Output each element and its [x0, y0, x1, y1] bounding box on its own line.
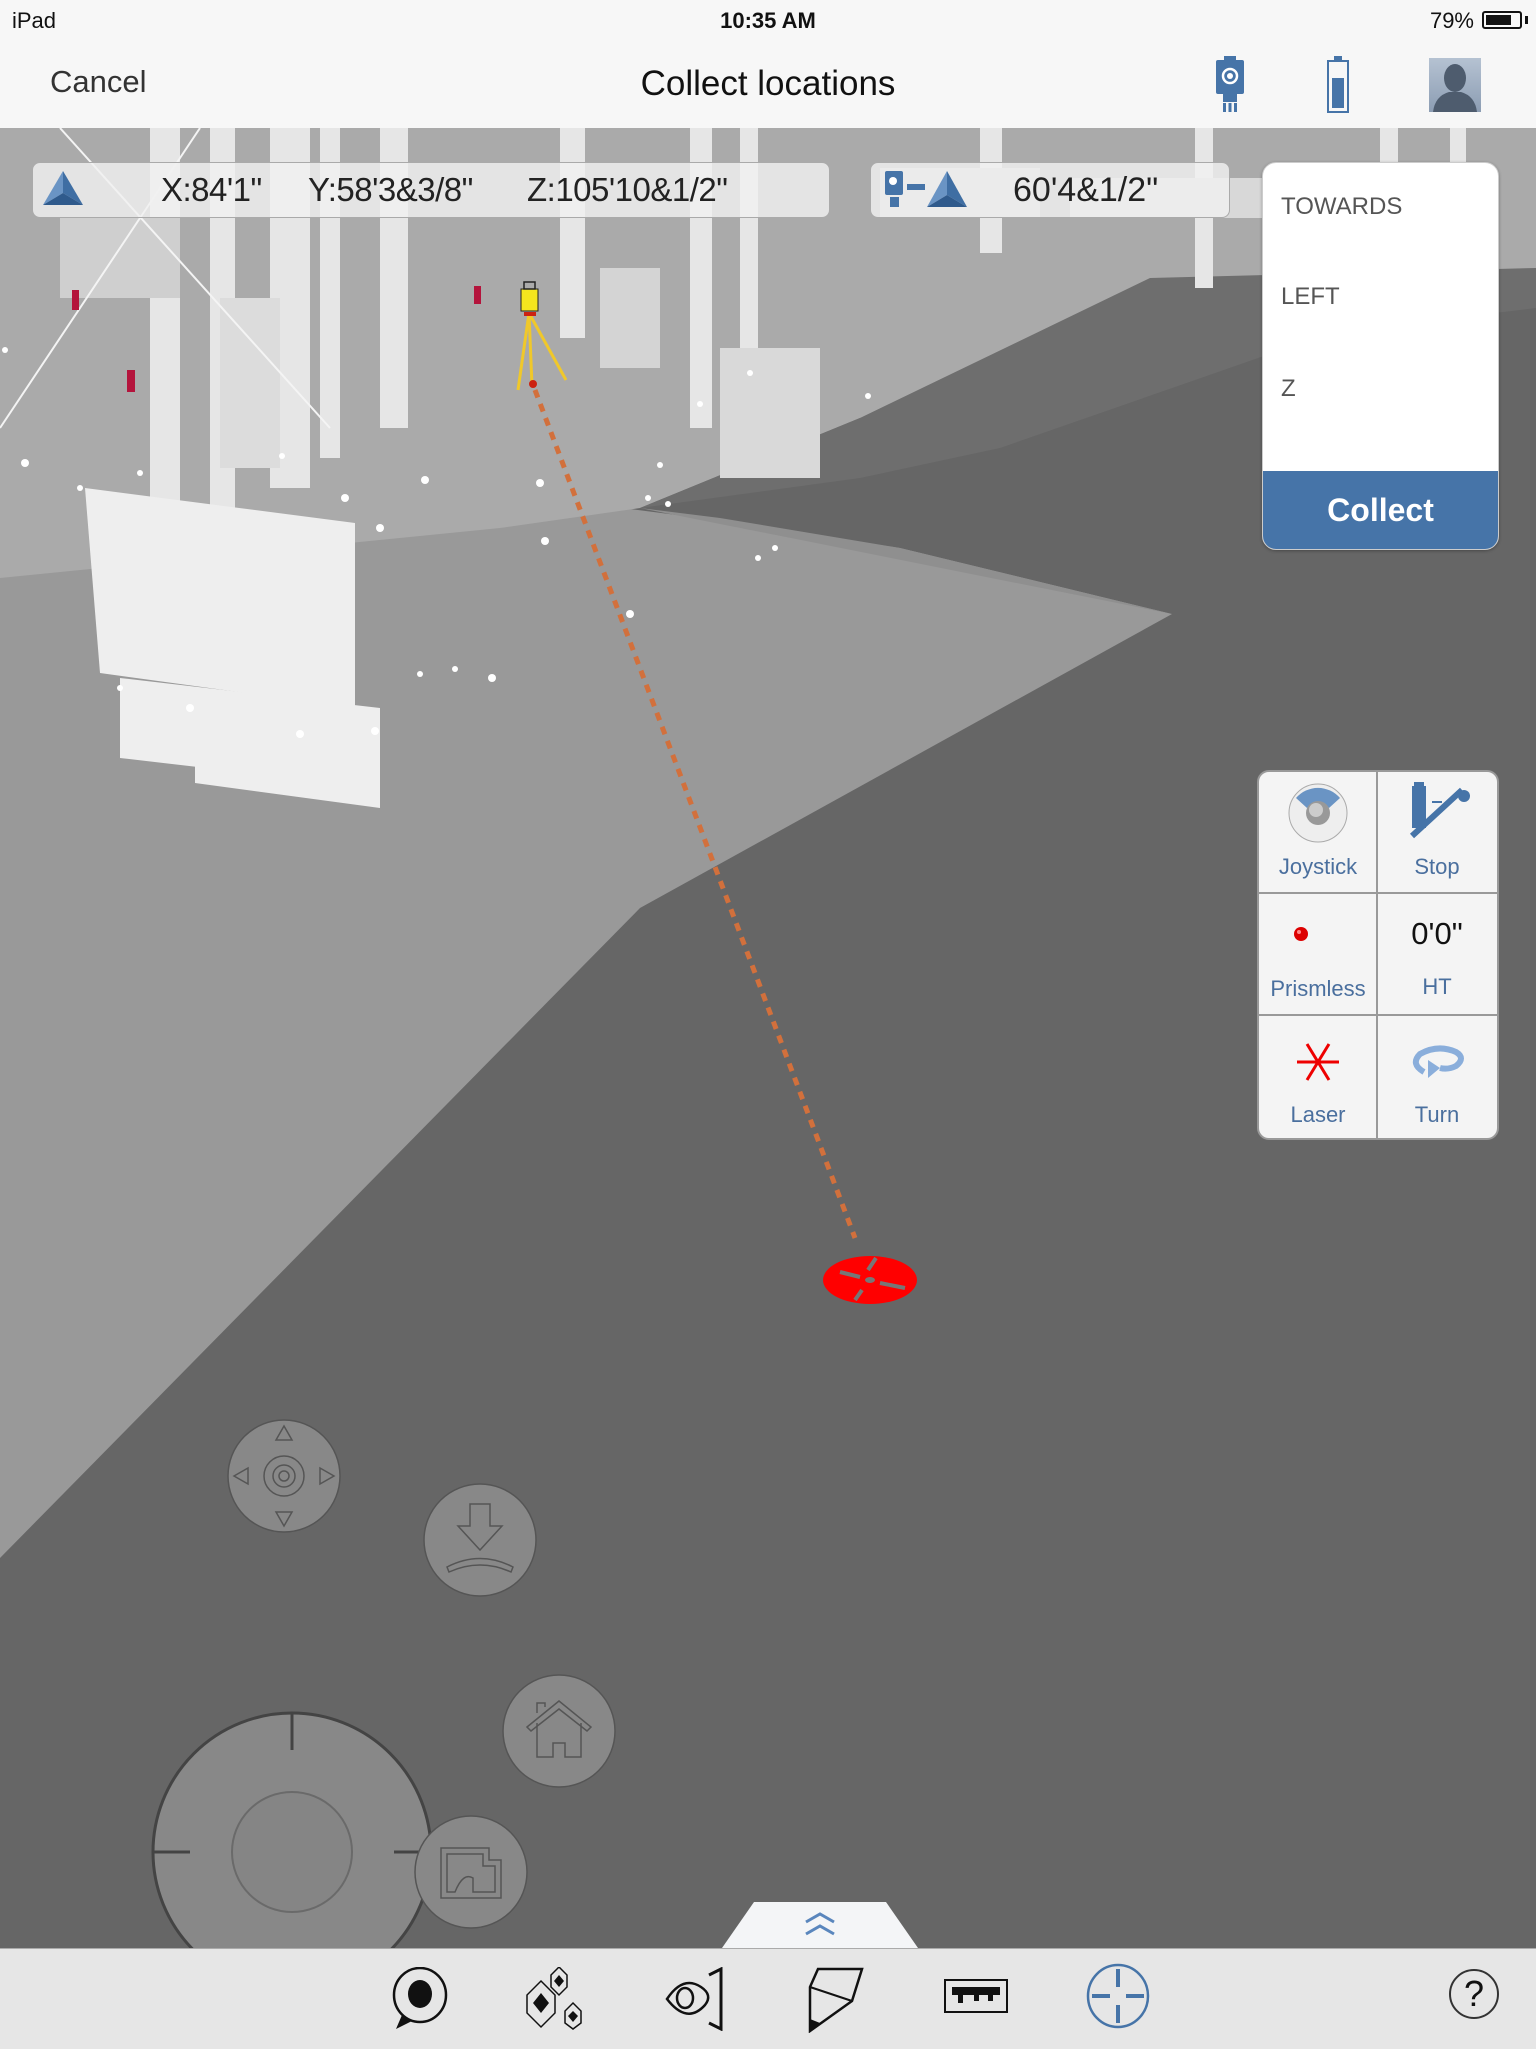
model-viewport[interactable]: X:84'1" Y:58'3&3/8" Z:105'10&1/2" 60'4&1…: [0, 128, 1536, 1948]
stop-button[interactable]: Stop: [1378, 772, 1496, 893]
prismless-label: Prismless: [1270, 976, 1366, 1001]
measure-ruler-icon[interactable]: [944, 1979, 1008, 2015]
distance-readout: 60'4&1/2": [870, 162, 1230, 218]
joystick-label: Joystick: [1278, 854, 1358, 879]
user-profile-icon[interactable]: [1429, 58, 1481, 117]
drop-to-floor-button[interactable]: [422, 1482, 538, 1598]
instrument-tools: Joystick Stop Prismless 0'0" HT Laser Tu…: [1257, 770, 1499, 1140]
z-field[interactable]: Z: [1281, 375, 1296, 403]
distance-value: 60'4&1/2": [1013, 171, 1159, 209]
stakeout-target[interactable]: [823, 1256, 917, 1304]
collect-panel: TOWARDS LEFT Z Collect: [1262, 162, 1499, 550]
towards-field[interactable]: TOWARDS: [1281, 193, 1402, 221]
joystick-icon: [1288, 783, 1348, 843]
turn-button[interactable]: Turn: [1378, 1016, 1496, 1137]
stop-label: Stop: [1414, 854, 1460, 879]
coordinate-readout: X:84'1" Y:58'3&3/8" Z:105'10&1/2": [32, 162, 830, 218]
battery-percent: 79%: [1429, 8, 1474, 33]
page-title: Collect locations: [640, 64, 896, 103]
laser-button[interactable]: Laser: [1259, 1016, 1377, 1137]
expand-drawer-button[interactable]: [722, 1902, 918, 1948]
ht-label: HT: [1422, 974, 1452, 999]
ht-value: 0'0": [1411, 916, 1463, 951]
layers-icon[interactable]: [523, 1967, 589, 2031]
prismless-dot-icon: [1294, 927, 1308, 941]
markup-pen-icon[interactable]: [806, 1967, 866, 2033]
coord-x: X:84'1": [161, 171, 262, 208]
bottom-toolbar: ?: [0, 1948, 1536, 2049]
pan-button[interactable]: [226, 1418, 342, 1534]
clock: 10:35 AM: [720, 8, 816, 33]
instrument-icon[interactable]: [1212, 56, 1248, 119]
laser-icon: [1297, 1043, 1339, 1081]
floor-plan-button[interactable]: [413, 1814, 529, 1930]
view-icon[interactable]: [663, 1967, 729, 2031]
help-button[interactable]: ?: [1449, 1969, 1499, 2019]
laser-label: Laser: [1290, 1102, 1346, 1127]
turn-label: Turn: [1414, 1102, 1460, 1127]
grid-divider: [1259, 1014, 1497, 1016]
home-view-button[interactable]: [501, 1673, 617, 1789]
nav-bar: Cancel Collect locations: [0, 40, 1536, 129]
instrument-to-point-icon: [883, 169, 983, 216]
status-bar: iPad 10:35 AM 79%: [0, 0, 1536, 40]
orbit-joystick[interactable]: [150, 1710, 434, 1948]
turn-icon: [1412, 1045, 1464, 1078]
stop-tracking-icon: [1409, 782, 1470, 839]
battery-nub: [1525, 16, 1528, 24]
joystick-button[interactable]: Joystick: [1259, 772, 1377, 893]
prismless-button[interactable]: Prismless: [1259, 894, 1377, 1015]
battery-icon: [1482, 11, 1522, 29]
coord-z: Z:105'10&1/2": [527, 171, 728, 208]
battery-level-icon[interactable]: [1326, 56, 1350, 119]
battery-fill: [1486, 15, 1511, 25]
location-pin-icon[interactable]: [390, 1967, 450, 2031]
ht-button[interactable]: 0'0" HT: [1378, 894, 1496, 1015]
left-field[interactable]: LEFT: [1281, 283, 1340, 311]
position-icon: [43, 171, 83, 212]
grid-divider: [1259, 892, 1497, 894]
grid-divider: [1376, 772, 1378, 1138]
collect-button[interactable]: Collect: [1263, 471, 1498, 549]
stakeout-crosshair-icon[interactable]: [1086, 1963, 1150, 2029]
coord-y: Y:58'3&3/8": [308, 171, 473, 208]
